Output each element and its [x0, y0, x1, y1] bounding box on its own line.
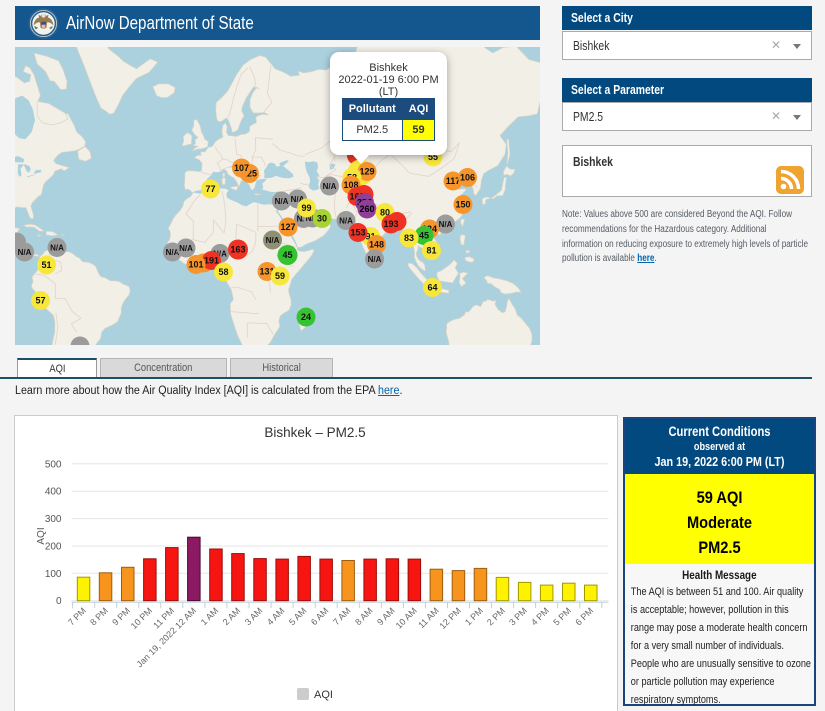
- svg-text:N/A: N/A: [266, 236, 280, 245]
- svg-text:101: 101: [188, 260, 203, 270]
- svg-text:4 PM: 4 PM: [529, 606, 551, 628]
- svg-text:AQI: AQI: [314, 689, 333, 701]
- svg-text:7 AM: 7 AM: [331, 606, 353, 628]
- svg-text:148: 148: [369, 240, 384, 250]
- svg-text:4 AM: 4 AM: [265, 606, 287, 628]
- svg-text:10 AM: 10 AM: [394, 606, 419, 631]
- svg-text:AQI: AQI: [36, 527, 47, 544]
- svg-text:N/A: N/A: [18, 248, 32, 257]
- svg-text:127: 127: [280, 222, 295, 232]
- svg-text:N/A: N/A: [368, 255, 382, 264]
- svg-text:64: 64: [427, 283, 437, 293]
- svg-text:8 PM: 8 PM: [88, 606, 110, 628]
- svg-text:153: 153: [350, 228, 365, 238]
- svg-text:400: 400: [45, 487, 62, 498]
- svg-text:10 PM: 10 PM: [129, 606, 154, 631]
- svg-text:129: 129: [359, 167, 374, 177]
- svg-text:163: 163: [230, 245, 245, 255]
- svg-text:N/A: N/A: [323, 182, 337, 191]
- svg-text:200: 200: [45, 542, 62, 553]
- svg-text:193: 193: [383, 219, 398, 229]
- svg-text:57: 57: [35, 296, 45, 306]
- svg-text:N/A: N/A: [50, 243, 64, 252]
- svg-text:1 PM: 1 PM: [463, 606, 485, 628]
- svg-text:12 PM: 12 PM: [437, 606, 462, 631]
- svg-text:100: 100: [45, 569, 62, 580]
- svg-text:51: 51: [41, 260, 51, 270]
- svg-text:N/A: N/A: [439, 220, 453, 229]
- svg-text:45: 45: [282, 250, 292, 260]
- svg-text:N/A: N/A: [275, 197, 289, 206]
- svg-text:59: 59: [275, 271, 285, 281]
- svg-text:3 PM: 3 PM: [507, 606, 529, 628]
- svg-text:83: 83: [404, 233, 414, 243]
- svg-text:5 AM: 5 AM: [287, 606, 309, 628]
- svg-text:191: 191: [204, 256, 219, 266]
- svg-text:N/A: N/A: [339, 216, 353, 225]
- svg-text:0: 0: [56, 596, 62, 607]
- svg-text:81: 81: [426, 246, 436, 256]
- svg-text:N/A: N/A: [179, 244, 193, 253]
- svg-text:107: 107: [234, 163, 249, 173]
- svg-text:58: 58: [218, 267, 228, 277]
- svg-text:8 AM: 8 AM: [353, 606, 375, 628]
- svg-text:300: 300: [45, 514, 62, 525]
- svg-text:3 AM: 3 AM: [243, 606, 265, 628]
- svg-text:106: 106: [460, 173, 475, 183]
- svg-text:260: 260: [359, 204, 374, 214]
- svg-text:99: 99: [301, 203, 311, 213]
- svg-text:24: 24: [301, 312, 311, 322]
- svg-text:2 AM: 2 AM: [221, 606, 243, 628]
- svg-text:Bishkek – PM2.5: Bishkek – PM2.5: [264, 425, 365, 440]
- svg-text:2 PM: 2 PM: [485, 606, 507, 628]
- svg-text:150: 150: [455, 200, 470, 210]
- svg-text:1 AM: 1 AM: [199, 606, 221, 628]
- svg-text:6 AM: 6 AM: [309, 606, 331, 628]
- svg-text:6 PM: 6 PM: [573, 606, 595, 628]
- svg-text:5 PM: 5 PM: [551, 606, 573, 628]
- svg-text:30: 30: [317, 214, 327, 224]
- svg-text:45: 45: [419, 231, 429, 241]
- svg-text:7 PM: 7 PM: [66, 606, 88, 628]
- svg-text:11 AM: 11 AM: [416, 606, 441, 631]
- svg-text:77: 77: [205, 184, 215, 194]
- svg-text:500: 500: [45, 459, 62, 470]
